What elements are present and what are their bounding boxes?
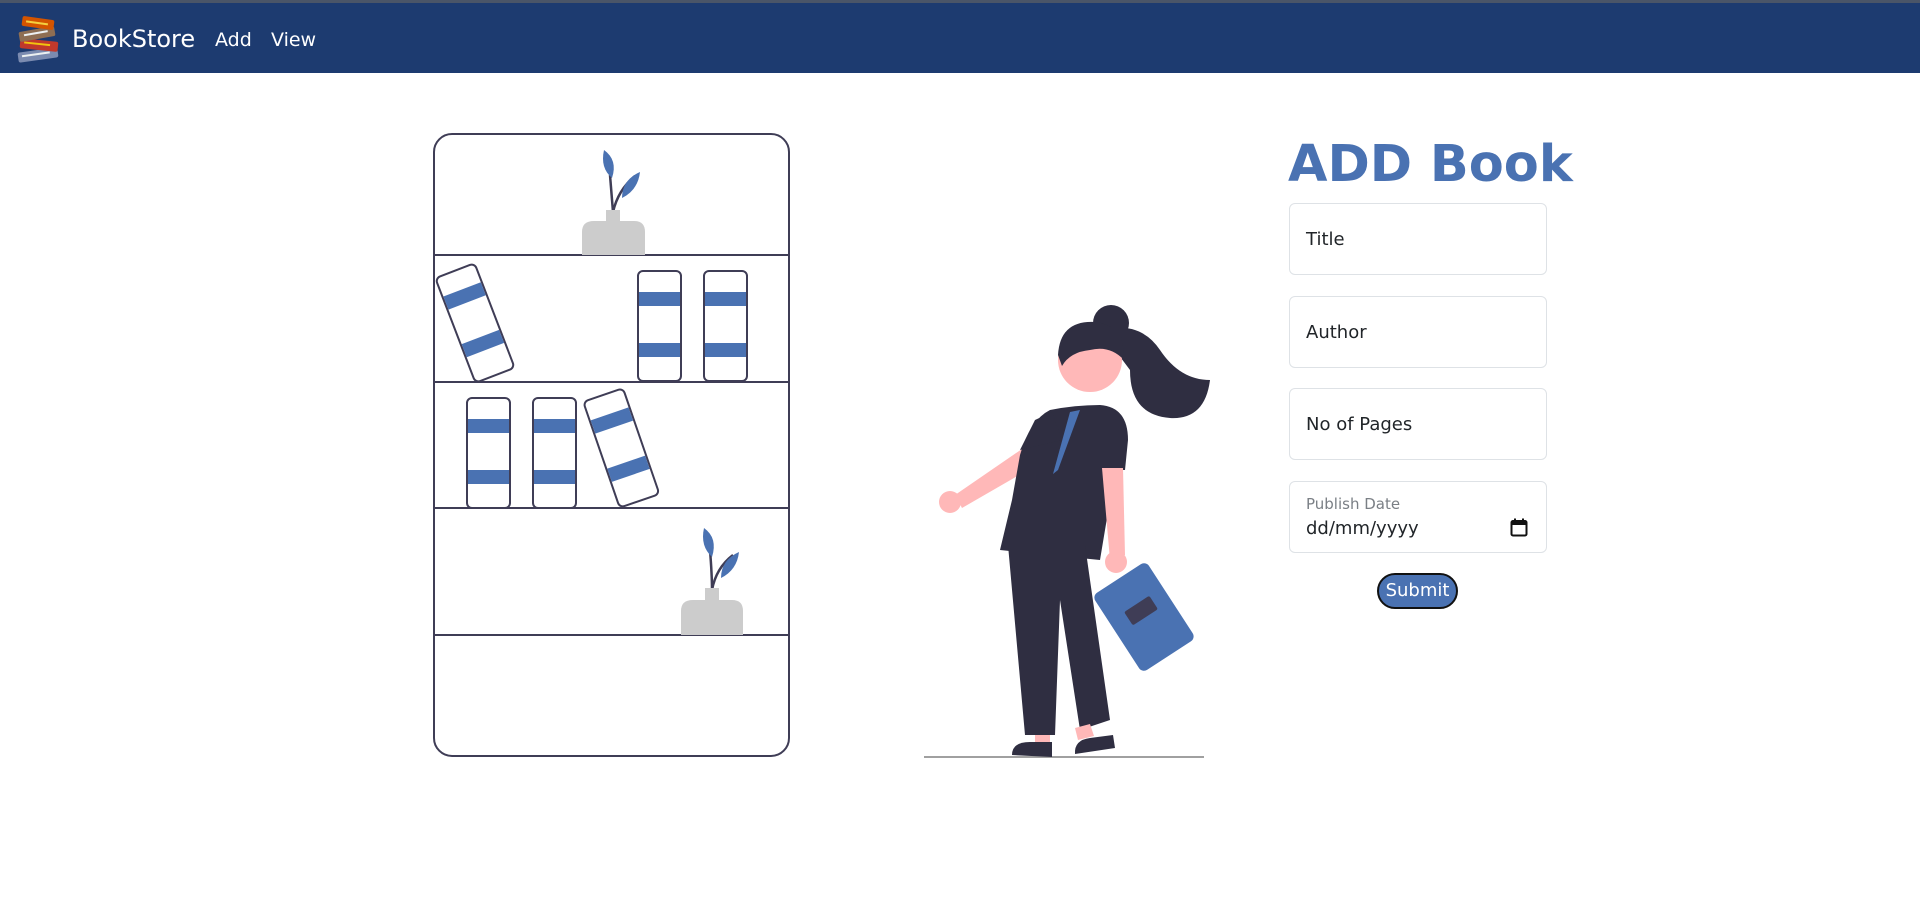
book-upright-3 [466,397,511,509]
carried-book [1094,563,1194,671]
bookshelf-illustration [433,133,790,757]
publish-date-value[interactable]: dd/mm/yyyy [1306,518,1419,540]
author-placeholder: Author [1306,322,1367,343]
calendar-icon[interactable] [1510,518,1528,537]
books-stack-icon[interactable] [14,12,64,66]
brand-name[interactable]: BookStore [72,24,195,54]
publish-date-field[interactable]: Publish Date dd/mm/yyyy [1289,481,1547,553]
plant-top [582,150,645,255]
author-field[interactable]: Author [1289,296,1547,368]
navbar: BookStore Add View [0,0,1920,73]
book-tilted-2 [583,388,660,508]
publish-date-label: Publish Date [1306,495,1401,513]
nav-link-view[interactable]: View [271,28,316,52]
title-placeholder: Title [1306,229,1345,250]
book-upright-2 [703,270,748,382]
woman-carrying-book-illustration [924,305,1210,758]
page-title: ADD Book [1288,135,1573,194]
title-field[interactable]: Title [1289,203,1547,275]
plant-bottom [681,528,743,635]
illustration [433,133,1210,758]
nav-link-add[interactable]: Add [215,28,252,52]
submit-button[interactable]: Submit [1377,573,1458,609]
book-upright-4 [532,397,577,509]
book-upright-1 [637,270,682,382]
book-tilted-1 [435,263,515,383]
pages-field[interactable]: No of Pages [1289,388,1547,460]
pages-placeholder: No of Pages [1306,414,1413,435]
